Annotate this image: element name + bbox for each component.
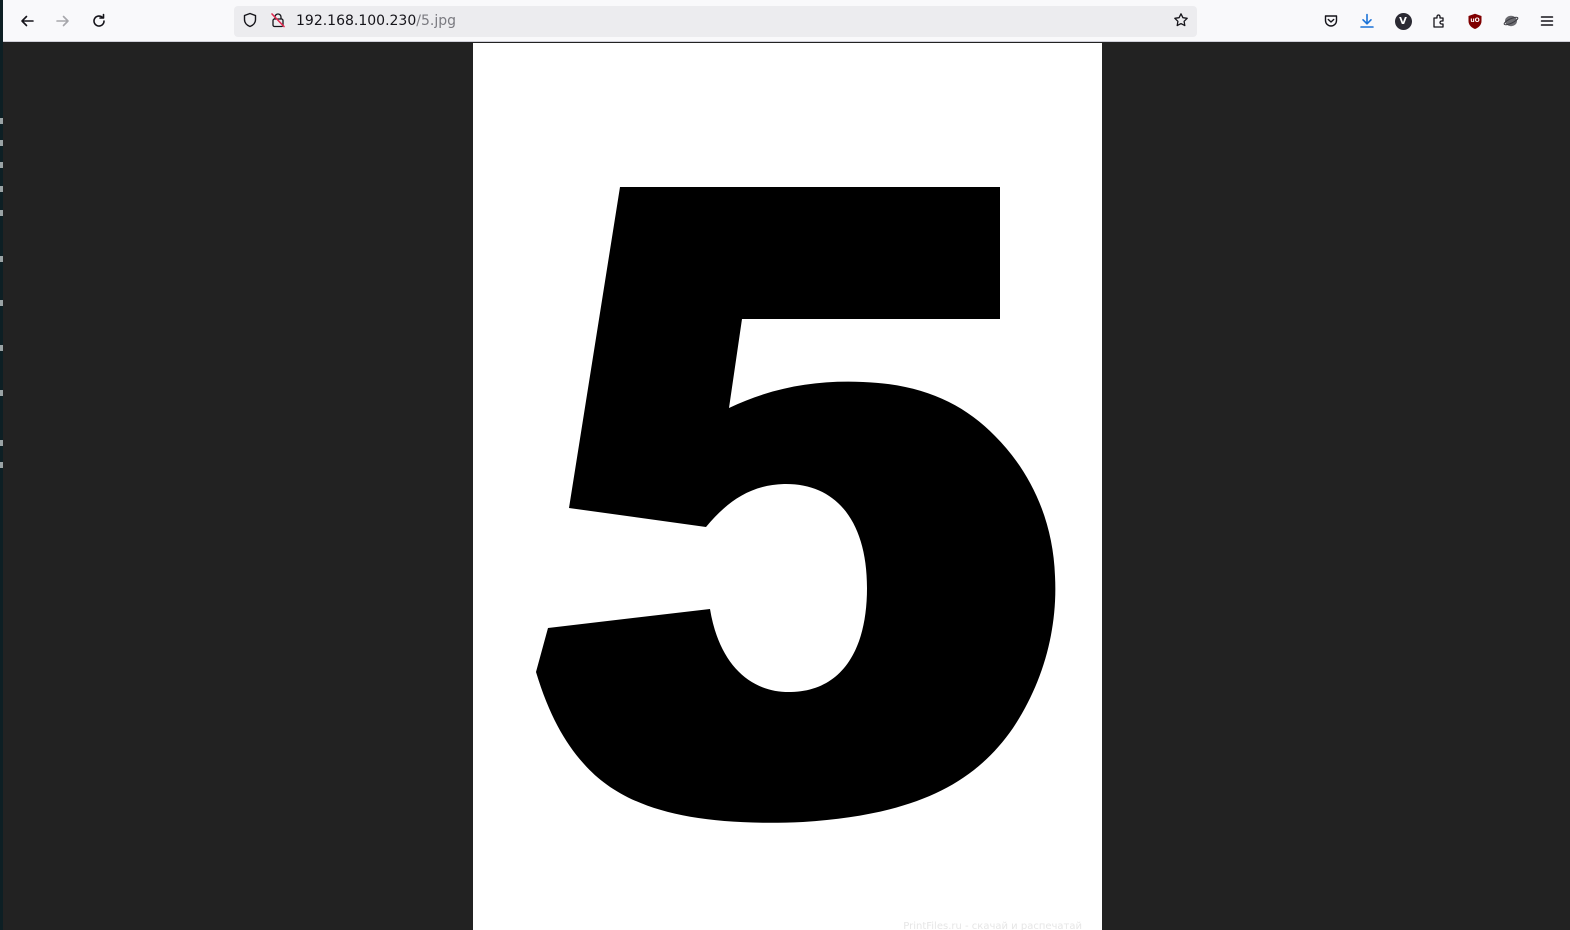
digit-five-glyph — [536, 187, 1056, 823]
arrow-left-icon — [19, 13, 35, 29]
shield-icon — [242, 12, 258, 32]
extension-icon — [1503, 13, 1519, 29]
url-path: /5.jpg — [416, 13, 456, 29]
download-icon — [1359, 13, 1375, 29]
url-text[interactable]: 192.168.100.230/5.jpg — [296, 13, 456, 30]
reload-icon — [91, 13, 107, 29]
ublock-origin-button[interactable]: uO — [1460, 6, 1490, 36]
bookmark-button[interactable] — [1171, 12, 1191, 32]
url-host: 192.168.100.230 — [296, 13, 417, 29]
digit-five-glyph-text: 5 — [473, 43, 474, 44]
app-menu-button[interactable] — [1532, 6, 1562, 36]
connection-info-button[interactable] — [268, 12, 288, 32]
star-icon — [1173, 12, 1189, 32]
arrow-right-icon — [55, 13, 71, 29]
puzzle-icon — [1431, 13, 1447, 29]
pocket-button[interactable] — [1316, 6, 1346, 36]
downloads-button[interactable] — [1352, 6, 1382, 36]
v-extension-button[interactable]: V — [1388, 6, 1418, 36]
ublock-label: uO — [1470, 16, 1480, 24]
ublock-origin-icon: uO — [1467, 13, 1483, 30]
tracking-protection-button[interactable] — [240, 12, 260, 32]
displayed-image[interactable]: 5 PrintFiles.ru - скачай и распечатай — [473, 43, 1102, 930]
image-viewer: 5 PrintFiles.ru - скачай и распечатай — [3, 43, 1570, 930]
forward-button[interactable] — [48, 6, 78, 36]
image-watermark: PrintFiles.ru - скачай и распечатай — [903, 921, 1082, 930]
extensions-button[interactable] — [1424, 6, 1454, 36]
address-bar[interactable]: 192.168.100.230/5.jpg — [234, 6, 1197, 37]
reload-button[interactable] — [84, 6, 114, 36]
other-extension-button[interactable] — [1496, 6, 1526, 36]
v-extension-icon: V — [1394, 12, 1412, 30]
browser-toolbar: 192.168.100.230/5.jpg V uO — [3, 0, 1570, 42]
insecure-lock-icon — [270, 12, 286, 32]
hamburger-menu-icon — [1539, 13, 1555, 29]
pocket-icon — [1323, 13, 1339, 29]
back-button[interactable] — [12, 6, 42, 36]
